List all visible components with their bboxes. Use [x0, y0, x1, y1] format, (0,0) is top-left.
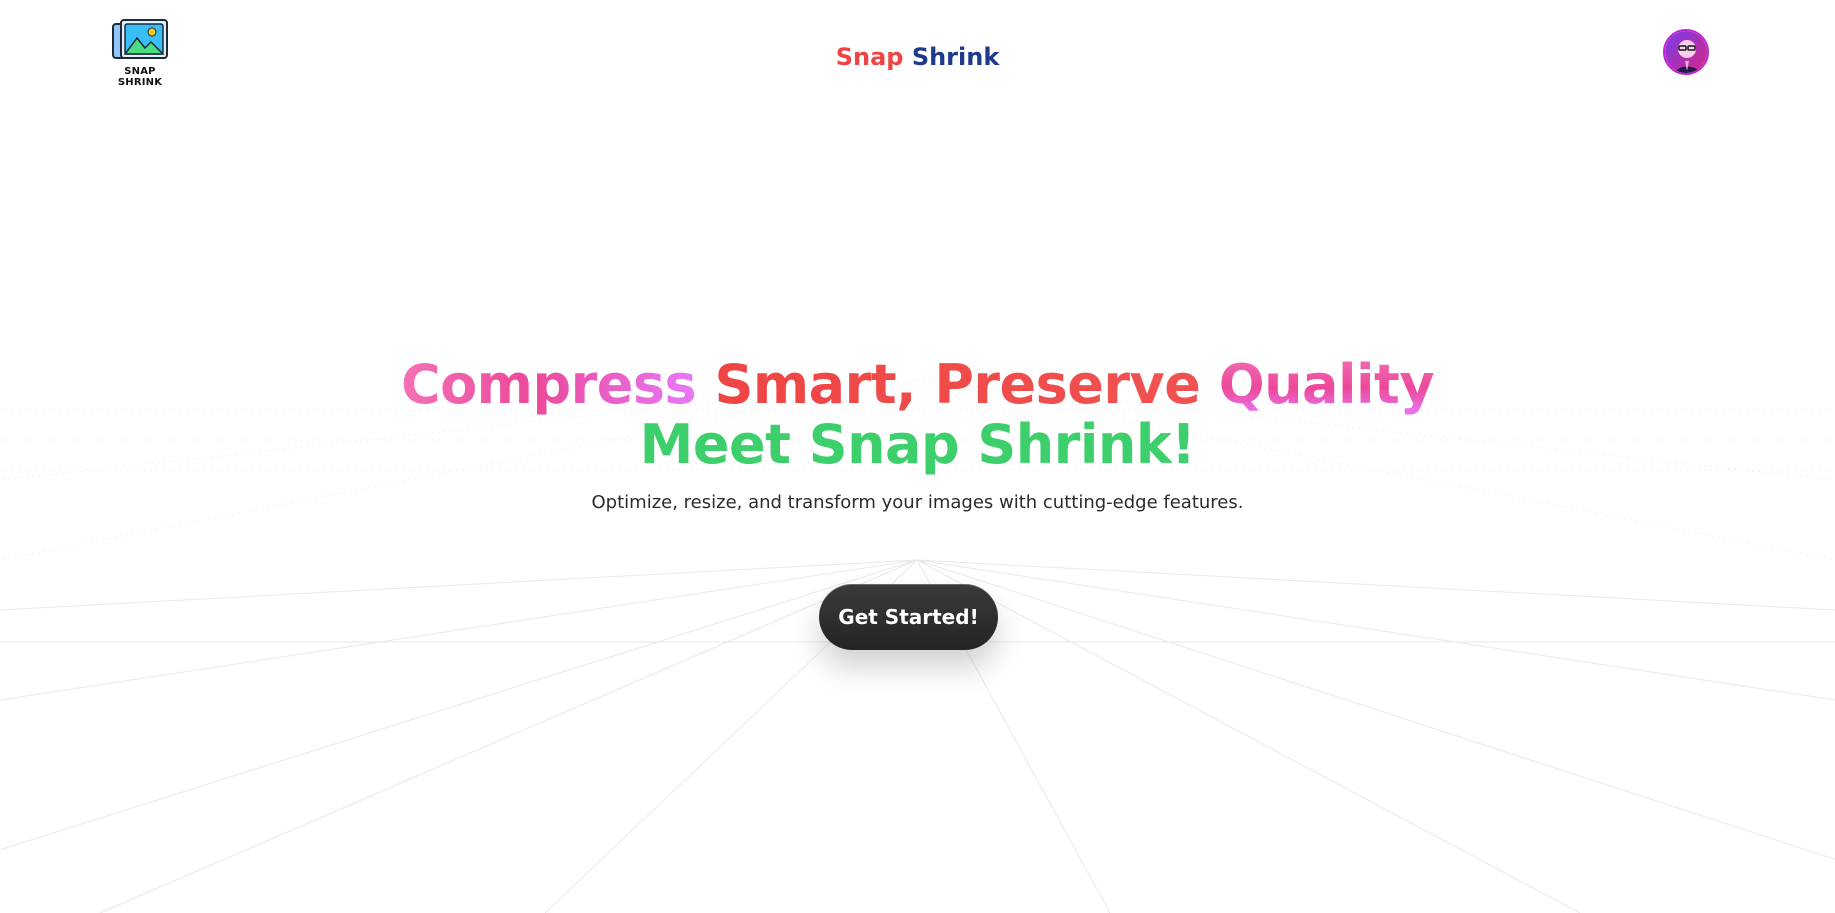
brand-title[interactable]: Snap Shrink	[0, 42, 1835, 72]
hero-subtitle: Optimize, resize, and transform your ima…	[591, 492, 1244, 513]
user-avatar[interactable]	[1663, 29, 1709, 75]
landing-page: SNAP SHRINK Snap Shrink Compress Smart, …	[0, 0, 1835, 913]
headline-word-quality: Quality	[1218, 353, 1435, 416]
top-navbar: SNAP SHRINK Snap Shrink	[0, 0, 1835, 100]
headline-smart-preserve: Smart, Preserve	[714, 353, 1201, 416]
hero-headline-line-2: Meet Snap Shrink!	[639, 413, 1196, 476]
brand-word-snap: Snap	[835, 43, 904, 71]
get-started-button[interactable]: Get Started!	[819, 584, 998, 650]
headline-word-compress: Compress	[400, 353, 697, 416]
logo-line-2: SHRINK	[117, 77, 163, 88]
hero-headline: Compress Smart, Preserve Quality	[0, 355, 1835, 415]
brand-word-shrink: Shrink	[911, 43, 1000, 71]
hero-section: Compress Smart, Preserve Quality Meet Sn…	[0, 355, 1835, 515]
